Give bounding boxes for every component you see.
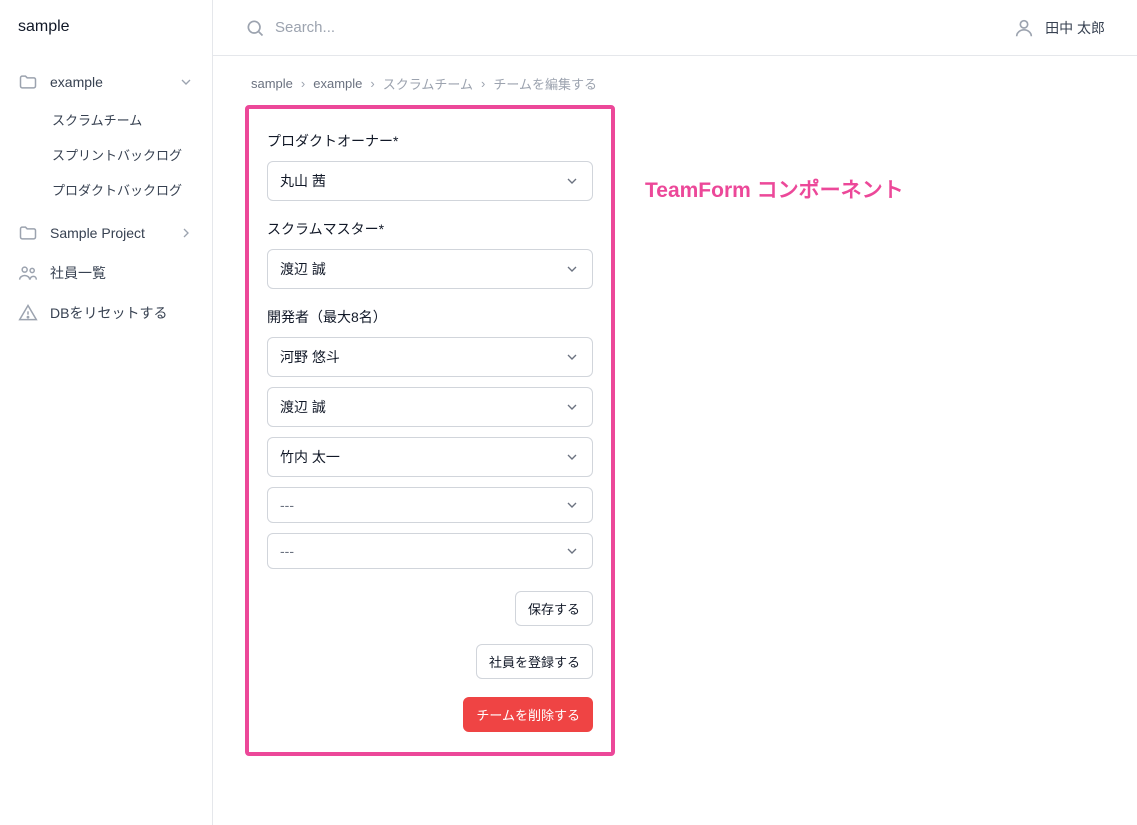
sidebar-item-sample-project[interactable]: Sample Project: [0, 213, 212, 253]
select-value: 渡辺 誠: [280, 259, 326, 279]
sidebar-item-label: 社員一覧: [50, 263, 194, 283]
chevron-down-icon: [564, 173, 580, 189]
breadcrumb: sample › example › スクラムチーム › チームを編集する: [245, 74, 615, 93]
sidebar-sub-scrumteam[interactable]: スクラムチーム: [0, 102, 212, 137]
chevron-down-icon: [564, 261, 580, 277]
product-owner-select[interactable]: 丸山 茜: [267, 161, 593, 201]
user-icon: [1013, 17, 1035, 39]
chevron-right-icon: [178, 225, 194, 241]
search-icon: [245, 18, 265, 38]
select-value: ---: [280, 543, 294, 559]
scrum-master-label: スクラムマスター*: [267, 219, 593, 239]
annotation-label: TeamForm コンポーネント: [645, 74, 904, 204]
sidebar-item-label: Sample Project: [50, 225, 166, 241]
sidebar-item-label: example: [50, 74, 166, 90]
developer-select[interactable]: ---: [267, 533, 593, 569]
sidebar-item-employees[interactable]: 社員一覧: [0, 253, 212, 293]
select-value: ---: [280, 497, 294, 513]
sidebar: sample example スクラムチーム スプリントバックログ プロダクトバ…: [0, 0, 213, 825]
chevron-right-icon: ›: [370, 76, 374, 91]
select-value: 河野 悠斗: [280, 347, 340, 367]
sidebar-sub-productbacklog[interactable]: プロダクトバックログ: [0, 172, 212, 207]
chevron-down-icon: [564, 399, 580, 415]
select-value: 渡辺 誠: [280, 397, 326, 417]
select-value: 竹内 太一: [280, 447, 340, 467]
sidebar-item-example[interactable]: example: [0, 62, 212, 102]
brand: sample: [0, 18, 212, 48]
team-form: プロダクトオーナー* 丸山 茜 スクラムマスター* 渡辺 誠: [245, 105, 615, 756]
product-owner-label: プロダクトオーナー*: [267, 131, 593, 151]
topbar: 田中 太郎: [213, 0, 1137, 56]
user-name: 田中 太郎: [1045, 18, 1105, 38]
sidebar-item-reset-db[interactable]: DBをリセットする: [0, 293, 212, 333]
chevron-down-icon: [564, 497, 580, 513]
chevron-down-icon: [564, 543, 580, 559]
developer-select[interactable]: 竹内 太一: [267, 437, 593, 477]
chevron-down-icon: [564, 349, 580, 365]
folder-icon: [18, 72, 38, 92]
sidebar-sub-sprintbacklog[interactable]: スプリントバックログ: [0, 137, 212, 172]
chevron-down-icon: [564, 449, 580, 465]
register-employee-button[interactable]: 社員を登録する: [476, 644, 593, 679]
sidebar-item-label: DBをリセットする: [50, 303, 194, 323]
developer-select[interactable]: 河野 悠斗: [267, 337, 593, 377]
search-input[interactable]: [275, 19, 1001, 36]
breadcrumb-item[interactable]: example: [313, 76, 362, 91]
developers-label: 開発者（最大8名）: [267, 307, 593, 327]
breadcrumb-item[interactable]: sample: [251, 76, 293, 91]
scrum-master-select[interactable]: 渡辺 誠: [267, 249, 593, 289]
breadcrumb-item: チームを編集する: [493, 74, 597, 93]
search[interactable]: [245, 18, 1001, 38]
developer-select[interactable]: 渡辺 誠: [267, 387, 593, 427]
select-value: 丸山 茜: [280, 171, 326, 191]
chevron-right-icon: ›: [481, 76, 485, 91]
users-icon: [18, 263, 38, 283]
user-menu[interactable]: 田中 太郎: [1013, 17, 1105, 39]
warning-icon: [18, 303, 38, 323]
chevron-right-icon: ›: [301, 76, 305, 91]
chevron-down-icon: [178, 74, 194, 90]
delete-team-button[interactable]: チームを削除する: [463, 697, 593, 732]
developer-select[interactable]: ---: [267, 487, 593, 523]
save-button[interactable]: 保存する: [515, 591, 593, 626]
breadcrumb-item[interactable]: スクラムチーム: [383, 74, 473, 93]
folder-icon: [18, 223, 38, 243]
